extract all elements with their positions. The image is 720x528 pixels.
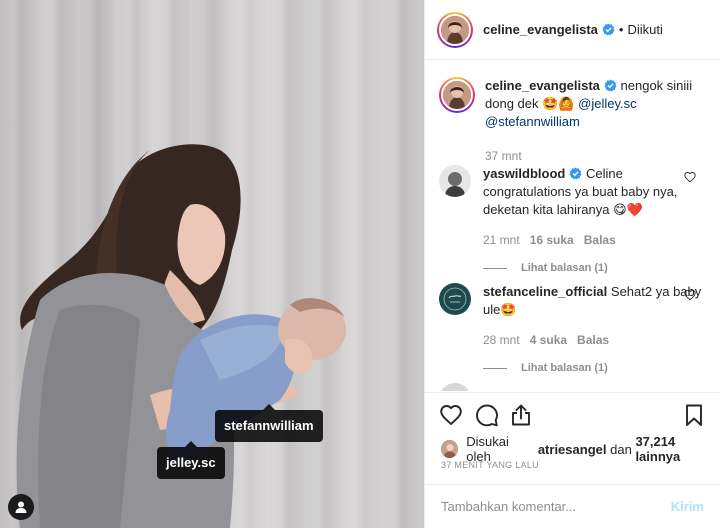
comment-heart-icon[interactable]	[684, 171, 696, 183]
view-replies-label: Lihat balasan (1)	[521, 362, 608, 374]
comment-heart-icon[interactable]	[684, 289, 696, 301]
view-replies-label: Lihat balasan (1)	[521, 262, 608, 274]
post-comment-button[interactable]: Kirim	[671, 499, 704, 514]
liker-avatar[interactable]	[441, 440, 459, 458]
view-replies-button[interactable]: Lihat balasan (1)	[483, 359, 703, 377]
follow-status-button[interactable]: Diikuti	[627, 22, 662, 37]
mention-jelley-link[interactable]: @jelley.sc	[578, 96, 636, 111]
post-side-panel: celine_evangelista • Diikuti celine_evan…	[424, 0, 720, 528]
header-separator: •	[618, 22, 624, 37]
photo-tag-jelley[interactable]: jelley.sc	[157, 441, 225, 479]
share-icon[interactable]	[509, 403, 533, 427]
post-photo[interactable]: stefannwilliam jelley.sc	[0, 0, 424, 528]
comment-time: 21 mnt	[483, 233, 520, 247]
user-tag-button[interactable]	[8, 494, 34, 520]
commenter-username[interactable]: yaswildblood	[483, 166, 565, 181]
comment-input[interactable]	[441, 499, 671, 514]
verified-badge-icon	[569, 167, 582, 180]
likes-conjunction: dan	[610, 441, 632, 457]
verified-badge-icon	[602, 23, 615, 36]
photo-tag-label: jelley.sc	[166, 455, 216, 470]
heart-icon[interactable]	[439, 403, 463, 427]
bookmark-icon[interactable]	[682, 403, 706, 427]
comment-like-count[interactable]: 4 suka	[530, 331, 567, 349]
post-header: celine_evangelista • Diikuti	[425, 0, 720, 60]
caption-time: 37 mnt	[485, 149, 522, 163]
comment-time: 28 mnt	[483, 333, 520, 347]
comments-list[interactable]: celine_evangelista nengok siniii dong de…	[425, 61, 720, 391]
user-tag-icon	[15, 501, 27, 513]
comment-icon[interactable]	[475, 403, 499, 427]
caption-avatar[interactable]	[439, 77, 475, 113]
view-replies-button[interactable]: Lihat balasan (1)	[483, 259, 703, 277]
likes-count-button[interactable]: 37,214 lainnya	[635, 434, 720, 464]
commenter-username[interactable]: stefanceline_official	[483, 284, 607, 299]
author-avatar[interactable]	[437, 11, 473, 48]
author-username[interactable]: celine_evangelista	[483, 22, 598, 37]
comment-item: yaswildblood Celine congratulations ya b…	[439, 165, 706, 277]
mention-stefannwilliam-link[interactable]: @stefannwilliam	[485, 114, 580, 129]
post-timestamp[interactable]: 37 MENIT YANG LALU	[441, 460, 539, 470]
comment-item-partial	[439, 383, 706, 391]
comment-item: stefanceline_official Sehat2 ya baby ule…	[439, 283, 706, 377]
photo-tag-label: stefannwilliam	[224, 418, 314, 433]
replies-divider	[483, 267, 507, 269]
comment-like-count[interactable]: 16 suka	[530, 231, 574, 249]
reply-button[interactable]: Balas	[584, 231, 616, 249]
photo-tag-stefannwilliam[interactable]: stefannwilliam	[215, 404, 323, 442]
commenter-avatar[interactable]	[439, 383, 471, 391]
liker-username[interactable]: atriesangel	[538, 442, 607, 457]
post-caption: celine_evangelista nengok siniii dong de…	[439, 77, 706, 165]
add-comment-bar: Kirim	[425, 484, 720, 528]
caption-emoji: 🤩🙆	[542, 96, 575, 111]
commenter-avatar[interactable]	[439, 283, 471, 315]
reply-button[interactable]: Balas	[577, 331, 609, 349]
caption-username[interactable]: celine_evangelista	[485, 78, 600, 93]
action-bar	[425, 392, 720, 436]
verified-badge-icon	[604, 79, 617, 92]
commenter-avatar[interactable]	[439, 165, 471, 197]
replies-divider	[483, 367, 507, 369]
